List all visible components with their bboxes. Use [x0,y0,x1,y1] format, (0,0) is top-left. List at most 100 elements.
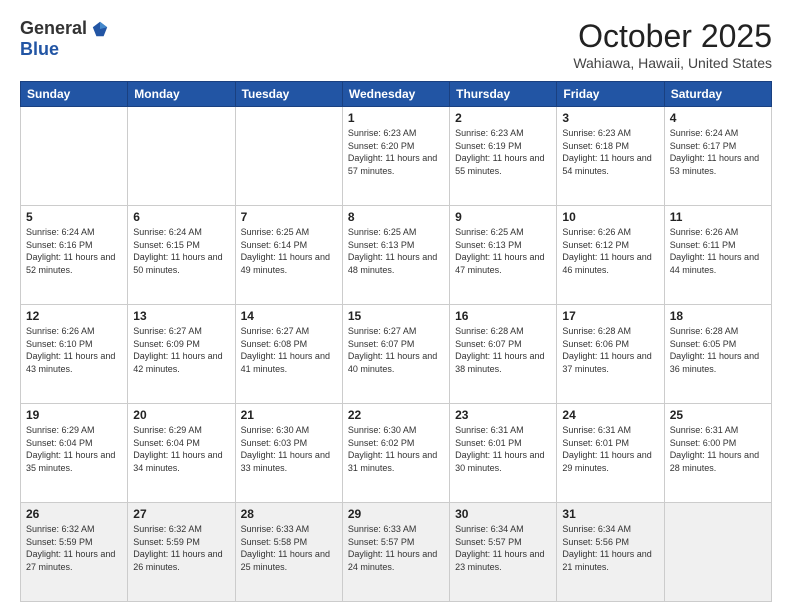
location-text: Wahiawa, Hawaii, United States [573,55,772,71]
logo-flag-icon [91,20,109,38]
month-title: October 2025 [573,18,772,55]
logo-general-text: General [20,18,87,39]
weekday-header: Thursday [450,82,557,107]
cell-info: Sunrise: 6:33 AM Sunset: 5:58 PM Dayligh… [241,523,337,573]
calendar-cell [21,107,128,206]
calendar-table: SundayMondayTuesdayWednesdayThursdayFrid… [20,81,772,602]
cell-info: Sunrise: 6:28 AM Sunset: 6:06 PM Dayligh… [562,325,658,375]
cell-info: Sunrise: 6:23 AM Sunset: 6:18 PM Dayligh… [562,127,658,177]
calendar-cell: 11Sunrise: 6:26 AM Sunset: 6:11 PM Dayli… [664,206,771,305]
cell-info: Sunrise: 6:28 AM Sunset: 6:07 PM Dayligh… [455,325,551,375]
day-number: 8 [348,210,444,224]
cell-info: Sunrise: 6:23 AM Sunset: 6:20 PM Dayligh… [348,127,444,177]
day-number: 16 [455,309,551,323]
day-number: 13 [133,309,229,323]
calendar-cell: 19Sunrise: 6:29 AM Sunset: 6:04 PM Dayli… [21,404,128,503]
day-number: 31 [562,507,658,521]
calendar-cell: 26 Sunrise: 6:32 AM Sunset: 5:59 PM Dayli… [21,503,128,602]
calendar-week-row: 12Sunrise: 6:26 AM Sunset: 6:10 PM Dayli… [21,305,772,404]
cell-info: Sunrise: 6:26 AM Sunset: 6:12 PM Dayligh… [562,226,658,276]
day-number: 1 [348,111,444,125]
day-number: 2 [455,111,551,125]
page: General Blue October 2025 Wahiawa, Hawai… [0,0,792,612]
day-number: 7 [241,210,337,224]
calendar-cell: 14Sunrise: 6:27 AM Sunset: 6:08 PM Dayli… [235,305,342,404]
cell-info: Sunrise: 6:32 AM Sunset: 5:59 PM Dayligh… [133,523,229,573]
day-number: 20 [133,408,229,422]
calendar-header-row: SundayMondayTuesdayWednesdayThursdayFrid… [21,82,772,107]
calendar-cell: 24 Sunrise: 6:31 AM Sunset: 6:01 PM Dayli… [557,404,664,503]
day-number: 15 [348,309,444,323]
calendar-week-row: 5Sunrise: 6:24 AM Sunset: 6:16 PM Daylig… [21,206,772,305]
calendar-cell: 27Sunrise: 6:32 AM Sunset: 5:59 PM Dayli… [128,503,235,602]
weekday-header: Monday [128,82,235,107]
calendar-cell: 31 Sunrise: 6:34 AM Sunset: 5:56 PM Dayli… [557,503,664,602]
calendar-cell: 2 Sunrise: 6:23 AM Sunset: 6:19 PM Daylig… [450,107,557,206]
header: General Blue October 2025 Wahiawa, Hawai… [20,18,772,71]
calendar-cell: 30 Sunrise: 6:34 AM Sunset: 5:57 PM Dayli… [450,503,557,602]
cell-info: Sunrise: 6:24 AM Sunset: 6:15 PM Dayligh… [133,226,229,276]
day-number: 29 [348,507,444,521]
calendar-week-row: 1 Sunrise: 6:23 AM Sunset: 6:20 PM Daylig… [21,107,772,206]
cell-info: Sunrise: 6:25 AM Sunset: 6:13 PM Dayligh… [455,226,551,276]
day-number: 22 [348,408,444,422]
cell-info: Sunrise: 6:31 AM Sunset: 6:01 PM Dayligh… [455,424,551,474]
day-number: 10 [562,210,658,224]
calendar-cell [235,107,342,206]
calendar-cell: 21 Sunrise: 6:30 AM Sunset: 6:03 PM Dayli… [235,404,342,503]
calendar-cell: 6 Sunrise: 6:24 AM Sunset: 6:15 PM Daylig… [128,206,235,305]
day-number: 23 [455,408,551,422]
cell-info: Sunrise: 6:24 AM Sunset: 6:17 PM Dayligh… [670,127,766,177]
weekday-header: Saturday [664,82,771,107]
cell-info: Sunrise: 6:34 AM Sunset: 5:57 PM Dayligh… [455,523,551,573]
calendar-cell: 5Sunrise: 6:24 AM Sunset: 6:16 PM Daylig… [21,206,128,305]
cell-info: Sunrise: 6:28 AM Sunset: 6:05 PM Dayligh… [670,325,766,375]
cell-info: Sunrise: 6:32 AM Sunset: 5:59 PM Dayligh… [26,523,122,573]
cell-info: Sunrise: 6:27 AM Sunset: 6:09 PM Dayligh… [133,325,229,375]
logo-blue-text: Blue [20,39,59,60]
weekday-header: Tuesday [235,82,342,107]
cell-info: Sunrise: 6:34 AM Sunset: 5:56 PM Dayligh… [562,523,658,573]
calendar-cell: 18 Sunrise: 6:28 AM Sunset: 6:05 PM Dayli… [664,305,771,404]
calendar-cell: 28 Sunrise: 6:33 AM Sunset: 5:58 PM Dayli… [235,503,342,602]
day-number: 5 [26,210,122,224]
cell-info: Sunrise: 6:23 AM Sunset: 6:19 PM Dayligh… [455,127,551,177]
cell-info: Sunrise: 6:26 AM Sunset: 6:10 PM Dayligh… [26,325,122,375]
day-number: 25 [670,408,766,422]
calendar-cell: 10 Sunrise: 6:26 AM Sunset: 6:12 PM Dayli… [557,206,664,305]
cell-info: Sunrise: 6:29 AM Sunset: 6:04 PM Dayligh… [133,424,229,474]
calendar-cell: 4Sunrise: 6:24 AM Sunset: 6:17 PM Daylig… [664,107,771,206]
calendar-cell: 25Sunrise: 6:31 AM Sunset: 6:00 PM Dayli… [664,404,771,503]
cell-info: Sunrise: 6:30 AM Sunset: 6:02 PM Dayligh… [348,424,444,474]
weekday-header: Sunday [21,82,128,107]
calendar-cell: 15 Sunrise: 6:27 AM Sunset: 6:07 PM Dayli… [342,305,449,404]
day-number: 24 [562,408,658,422]
day-number: 26 [26,507,122,521]
calendar-cell: 17 Sunrise: 6:28 AM Sunset: 6:06 PM Dayli… [557,305,664,404]
calendar-cell: 13 Sunrise: 6:27 AM Sunset: 6:09 PM Dayli… [128,305,235,404]
day-number: 3 [562,111,658,125]
title-block: October 2025 Wahiawa, Hawaii, United Sta… [573,18,772,71]
calendar-cell: 16 Sunrise: 6:28 AM Sunset: 6:07 PM Dayli… [450,305,557,404]
calendar-cell [664,503,771,602]
calendar-cell: 8 Sunrise: 6:25 AM Sunset: 6:13 PM Daylig… [342,206,449,305]
calendar-cell: 23 Sunrise: 6:31 AM Sunset: 6:01 PM Dayli… [450,404,557,503]
day-number: 6 [133,210,229,224]
cell-info: Sunrise: 6:33 AM Sunset: 5:57 PM Dayligh… [348,523,444,573]
cell-info: Sunrise: 6:26 AM Sunset: 6:11 PM Dayligh… [670,226,766,276]
cell-info: Sunrise: 6:30 AM Sunset: 6:03 PM Dayligh… [241,424,337,474]
cell-info: Sunrise: 6:27 AM Sunset: 6:07 PM Dayligh… [348,325,444,375]
calendar-cell: 1 Sunrise: 6:23 AM Sunset: 6:20 PM Daylig… [342,107,449,206]
day-number: 14 [241,309,337,323]
cell-info: Sunrise: 6:29 AM Sunset: 6:04 PM Dayligh… [26,424,122,474]
cell-info: Sunrise: 6:31 AM Sunset: 6:01 PM Dayligh… [562,424,658,474]
day-number: 28 [241,507,337,521]
calendar-cell: 7 Sunrise: 6:25 AM Sunset: 6:14 PM Daylig… [235,206,342,305]
logo: General Blue [20,18,109,60]
day-number: 21 [241,408,337,422]
day-number: 18 [670,309,766,323]
cell-info: Sunrise: 6:25 AM Sunset: 6:13 PM Dayligh… [348,226,444,276]
cell-info: Sunrise: 6:25 AM Sunset: 6:14 PM Dayligh… [241,226,337,276]
day-number: 17 [562,309,658,323]
day-number: 30 [455,507,551,521]
